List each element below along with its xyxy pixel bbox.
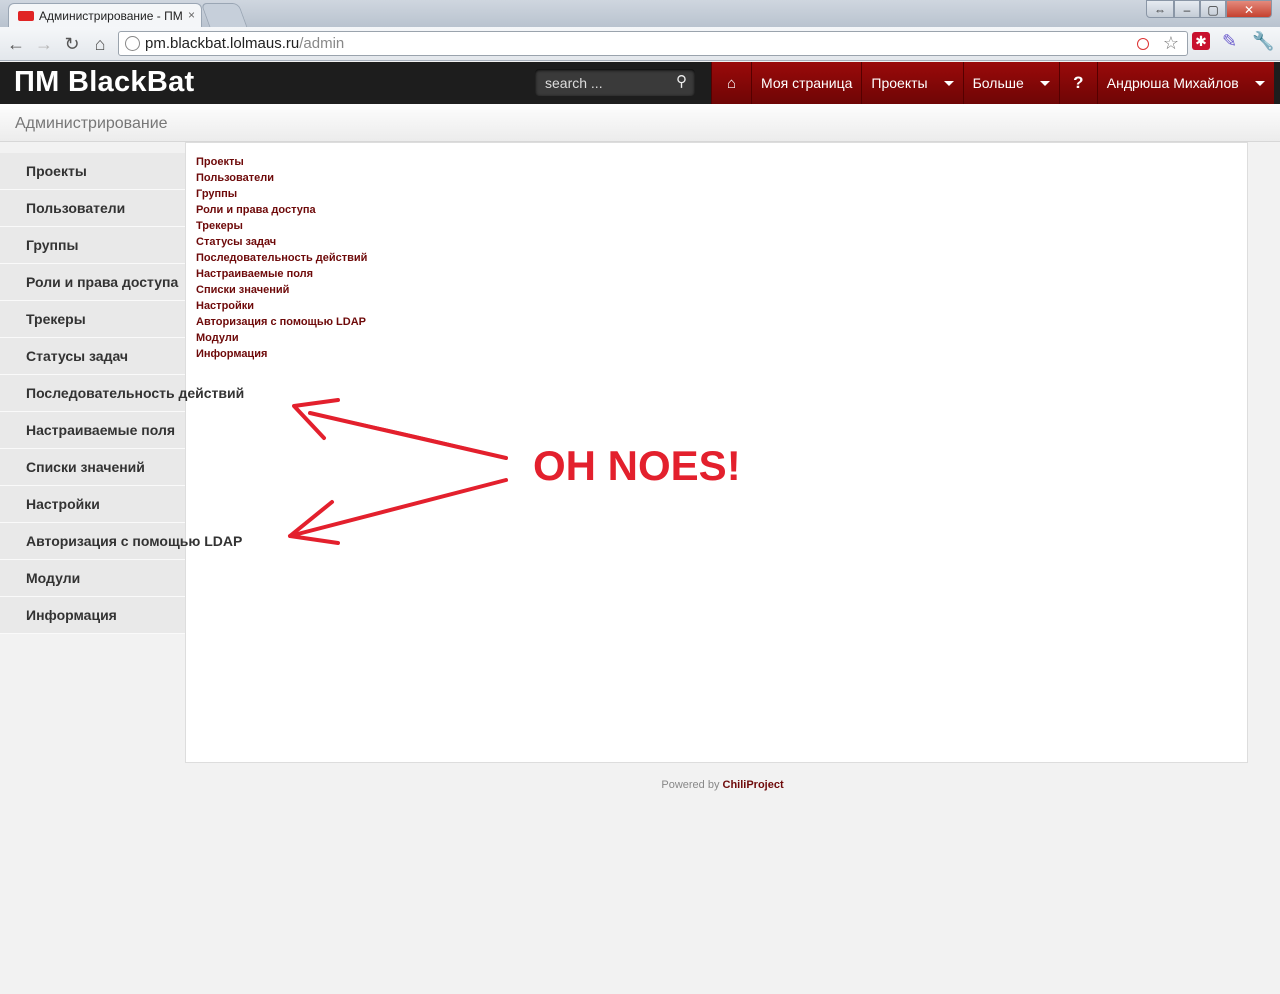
caret-down-icon [1254, 80, 1265, 86]
globe-icon [125, 36, 140, 51]
feather-extension-icon[interactable]: ✎ [1222, 31, 1237, 52]
sidebar-item[interactable]: Последовательность действий [0, 375, 244, 412]
app-header: ПМ BlackBat ⚲ ⌂ Моя страница Проекты Бол… [0, 62, 1280, 104]
admin-link[interactable]: Модули [196, 330, 367, 346]
admin-link[interactable]: Последовательность действий [196, 250, 367, 266]
browser-tabstrip: Администрирование - ПМ × ⇔ – ▢ ✕ [0, 0, 1280, 27]
caret-down-icon [1039, 80, 1050, 86]
sidebar-item[interactable]: Группы [0, 227, 185, 264]
admin-link[interactable]: Проекты [196, 154, 367, 170]
nav-more[interactable]: Больше [962, 62, 1059, 104]
reload-icon[interactable]: ↻ [61, 33, 83, 55]
address-bar[interactable]: pm.blackbat.lolmaus.ru/admin ☆ [118, 31, 1188, 56]
admin-link-list: Проекты Пользователи Группы Роли и права до… [196, 154, 367, 362]
admin-link[interactable]: Группы [196, 186, 367, 202]
wrench-menu-icon[interactable]: 🔧 [1252, 31, 1274, 52]
address-url: pm.blackbat.lolmaus.ru/admin [145, 35, 345, 52]
window-close-button[interactable]: ✕ [1226, 0, 1272, 18]
admin-link[interactable]: Настраиваемые поля [196, 266, 367, 282]
footer-brand-link[interactable]: ChiliProject [723, 779, 784, 791]
sidebar-item[interactable]: Трекеры [0, 301, 185, 338]
admin-link[interactable]: Авторизация с помощью LDAP [196, 314, 367, 330]
search-box: ⚲ [535, 69, 695, 96]
caret-down-icon [943, 80, 954, 86]
site-title[interactable]: ПМ BlackBat [14, 66, 194, 99]
new-tab-button[interactable] [200, 3, 248, 27]
nav-more-label: Больше [972, 75, 1024, 91]
search-input[interactable] [535, 69, 665, 96]
home-nav-icon[interactable]: ⌂ [711, 62, 751, 104]
window-minimize-button[interactable]: – [1174, 0, 1200, 18]
browser-toolbar: ← → ↻ ⌂ pm.blackbat.lolmaus.ru/admin ☆ ✱… [0, 27, 1280, 61]
nav-projects-label: Проекты [871, 75, 928, 91]
footer: Powered by ChiliProject [0, 779, 1280, 791]
home-icon[interactable]: ⌂ [89, 33, 111, 55]
tab-title: Администрирование - ПМ [39, 9, 183, 23]
nav-user-menu[interactable]: Андрюша Михайлов [1096, 62, 1274, 104]
admin-link[interactable]: Списки значений [196, 282, 367, 298]
main-content: Проекты Пользователи Группы Роли и права до… [185, 142, 1248, 763]
window-restore-button[interactable]: ⇔ [1146, 0, 1174, 18]
page-subheader: Администрирование [0, 104, 1280, 142]
lastpass-extension-icon[interactable]: ✱ [1192, 32, 1210, 50]
admin-link[interactable]: Трекеры [196, 218, 367, 234]
help-icon[interactable]: ? [1058, 62, 1097, 104]
top-navigation: ⌂ Моя страница Проекты Больше ? Андрюша … [711, 62, 1274, 104]
browser-tab-active[interactable]: Администрирование - ПМ × [8, 3, 202, 27]
sidebar-item[interactable]: Информация [0, 597, 185, 634]
sidebar-item[interactable]: Настройки [0, 486, 185, 523]
sidebar-item[interactable]: Списки значений [0, 449, 185, 486]
sidebar-item[interactable]: Модули [0, 560, 185, 597]
nav-projects[interactable]: Проекты [861, 62, 962, 104]
tab-close-icon[interactable]: × [188, 8, 195, 22]
page-title: Администрирование [15, 115, 168, 132]
admin-link[interactable]: Статусы задач [196, 234, 367, 250]
sidebar-item[interactable]: Пользователи [0, 190, 185, 227]
sidebar-item[interactable]: Роли и права доступа [0, 264, 185, 301]
admin-link[interactable]: Настройки [196, 298, 367, 314]
sidebar-item[interactable]: Проекты [0, 153, 185, 190]
admin-link[interactable]: Информация [196, 346, 367, 362]
bookmark-star-icon[interactable]: ☆ [1163, 33, 1179, 54]
favicon-icon [18, 11, 34, 21]
extension-indicator-icon[interactable] [1137, 38, 1149, 50]
user-name: Андрюша Михайлов [1106, 75, 1239, 91]
search-icon[interactable]: ⚲ [676, 72, 687, 90]
back-arrow-icon[interactable]: ← [5, 33, 27, 55]
window-maximize-button[interactable]: ▢ [1200, 0, 1226, 18]
admin-link[interactable]: Роли и права доступа [196, 202, 367, 218]
nav-my-page[interactable]: Моя страница [751, 62, 861, 104]
sidebar-item[interactable]: Настраиваемые поля [0, 412, 185, 449]
sidebar-item[interactable]: Авторизация с помощью LDAP [0, 523, 242, 560]
forward-arrow-icon[interactable]: → [33, 33, 55, 55]
footer-prefix: Powered by [661, 779, 720, 791]
admin-link[interactable]: Пользователи [196, 170, 367, 186]
sidebar: Проекты Пользователи Группы Роли и права до… [0, 153, 244, 634]
sidebar-item[interactable]: Статусы задач [0, 338, 185, 375]
